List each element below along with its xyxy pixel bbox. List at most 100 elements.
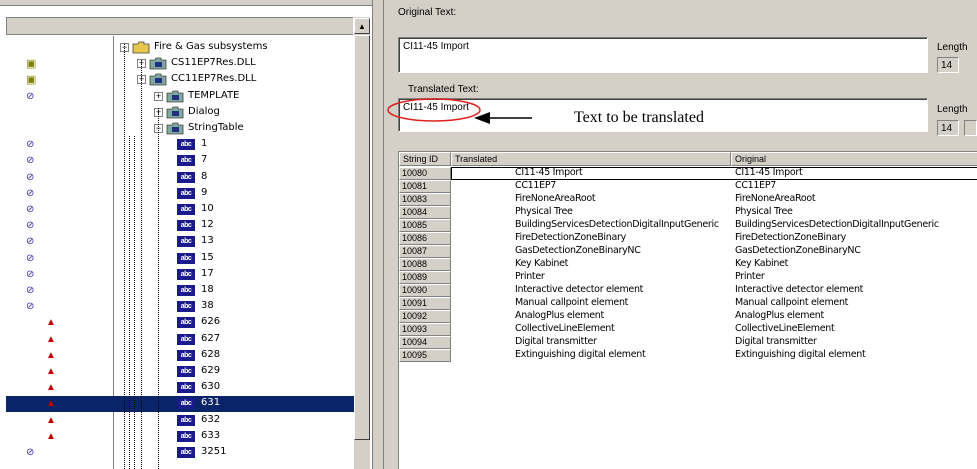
translated-status-icon: ⊘ xyxy=(26,91,35,102)
row-string-id[interactable]: 10089 xyxy=(399,271,451,284)
row-translated-cell[interactable]: CollectiveLineElement xyxy=(515,323,615,336)
translated-status-icon: ⊘ xyxy=(26,253,35,264)
tree-row[interactable]: + Dialog xyxy=(6,105,354,121)
tree-row[interactable]: ▲ abc 633 xyxy=(6,429,354,445)
row-string-id[interactable]: 10094 xyxy=(399,336,451,349)
tree-row[interactable]: ▣ + CS11EP7Res.DLL xyxy=(6,56,354,72)
tree-row[interactable]: ▲ abc 629 xyxy=(6,364,354,380)
string-resource-icon: abc xyxy=(177,204,195,215)
column-header-string-id[interactable]: String ID xyxy=(399,152,451,166)
row-original-cell: AnalogPlus element xyxy=(735,310,824,321)
tree-row[interactable]: ▲ abc 630 xyxy=(6,380,354,396)
string-resource-icon: abc xyxy=(177,398,195,409)
row-original-cell: CollectiveLineElement xyxy=(735,323,835,334)
tree-row[interactable]: ⊘ abc 18 xyxy=(6,283,354,299)
tree-row[interactable]: ⊘ + TEMPLATE xyxy=(6,89,354,105)
tree-row[interactable]: ⊘ abc 13 xyxy=(6,234,354,250)
top-border xyxy=(0,0,372,6)
row-original-cell: Extinguishing digital element xyxy=(735,349,866,360)
row-string-id[interactable]: 10092 xyxy=(399,310,451,323)
row-translated-cell[interactable]: Printer xyxy=(515,271,545,284)
tree-row[interactable]: ⊘ abc 38 xyxy=(6,299,354,315)
string-resource-icon: abc xyxy=(177,334,195,345)
pane-splitter[interactable] xyxy=(372,0,384,469)
string-resource-icon: abc xyxy=(177,382,195,393)
tree-row[interactable]: − StringTable xyxy=(6,121,354,137)
string-table-grid[interactable]: String ID Translated Original 10080 CI11-… xyxy=(398,151,977,469)
row-string-id[interactable]: 10095 xyxy=(399,349,451,362)
tree-node-label: CS11EP7Res.DLL xyxy=(171,57,256,68)
row-translated-cell[interactable]: AnalogPlus element xyxy=(515,310,604,323)
string-editor-pane: Original Text: CI11-45 Import Length 14 … xyxy=(384,0,977,469)
tree-row[interactable]: ⊘ abc 3251 xyxy=(6,445,354,461)
annotation-text: Text to be translated xyxy=(574,109,704,126)
row-translated-cell[interactable]: Digital transmitter xyxy=(515,336,597,349)
tree-node-label: 9 xyxy=(201,187,208,198)
row-translated-cell[interactable]: FireDetectionZoneBinary xyxy=(515,232,626,245)
row-string-id[interactable]: 10088 xyxy=(399,258,451,271)
tree-connector-line xyxy=(134,136,135,469)
row-translated-cell[interactable]: CC11EP7 xyxy=(515,180,556,193)
tree-row[interactable]: ⊘ abc 17 xyxy=(6,267,354,283)
tree-node-label: Dialog xyxy=(188,106,220,117)
tree-row[interactable]: ⊘ abc 10 xyxy=(6,202,354,218)
tree-row[interactable]: ▲ abc 631 xyxy=(6,396,354,412)
tree-node-label: 632 xyxy=(201,414,221,425)
tree-row[interactable]: ▲ abc 626 xyxy=(6,315,354,331)
selected-row-outline xyxy=(451,167,977,180)
tree-row[interactable]: ⊘ abc 12 xyxy=(6,218,354,234)
row-string-id[interactable]: 10081 xyxy=(399,180,451,193)
resource-folder-icon xyxy=(166,106,184,119)
translated-status-icon: ⊘ xyxy=(26,139,35,150)
tree-row[interactable]: ⊘ abc 1 xyxy=(6,137,354,153)
tree-node-label: 627 xyxy=(201,333,221,344)
tree-row[interactable]: − Fire & Gas subsystems xyxy=(6,40,354,56)
string-resource-icon: abc xyxy=(177,350,195,361)
scrollbar-thumb[interactable] xyxy=(354,35,370,440)
resource-folder-icon xyxy=(166,90,184,103)
tree-row[interactable]: ▣ + CC11EP7Res.DLL xyxy=(6,72,354,88)
row-string-id[interactable]: 10093 xyxy=(399,323,451,336)
row-translated-cell[interactable]: FireNoneAreaRoot xyxy=(515,193,596,206)
tree-row[interactable]: ⊘ abc 7 xyxy=(6,153,354,169)
row-string-id[interactable]: 10080 xyxy=(399,167,451,180)
row-translated-cell[interactable]: Key Kabinet xyxy=(515,258,568,271)
row-original-cell: FireDetectionZoneBinary xyxy=(735,232,846,243)
tree-row[interactable]: ▲ abc 628 xyxy=(6,348,354,364)
scroll-up-button[interactable]: ▲ xyxy=(354,18,370,34)
resource-tree[interactable]: − Fire & Gas subsystems ▣ + CS11EP7Res.DLL ▣ +… xyxy=(6,36,354,469)
row-original-cell: Key Kabinet xyxy=(735,258,789,269)
tree-node-label: 626 xyxy=(201,316,221,327)
expand-toggle-icon[interactable]: + xyxy=(154,92,163,101)
row-string-id[interactable]: 10091 xyxy=(399,297,451,310)
tree-node-label: 13 xyxy=(201,235,214,246)
row-string-id[interactable]: 10085 xyxy=(399,219,451,232)
tree-row[interactable]: ⊘ abc 8 xyxy=(6,170,354,186)
tree-connector-line xyxy=(124,44,125,469)
row-string-id[interactable]: 10083 xyxy=(399,193,451,206)
tree-row[interactable]: ▲ abc 632 xyxy=(6,413,354,429)
row-translated-cell[interactable]: Extinguishing digital element xyxy=(515,349,646,362)
resource-dll-icon xyxy=(149,73,167,86)
row-string-id[interactable]: 10086 xyxy=(399,232,451,245)
column-header-translated[interactable]: Translated xyxy=(451,152,731,166)
column-header-original[interactable]: Original xyxy=(731,152,977,166)
row-string-id[interactable]: 10087 xyxy=(399,245,451,258)
string-resource-icon: abc xyxy=(177,236,195,247)
tree-node-label: StringTable xyxy=(188,122,244,133)
tree-row[interactable]: ▲ abc 627 xyxy=(6,332,354,348)
string-resource-icon: abc xyxy=(177,139,195,150)
row-original-cell: Interactive detector element xyxy=(735,284,864,295)
row-translated-cell[interactable]: Manual callpoint element xyxy=(515,297,628,310)
tree-row[interactable]: ⊘ abc 9 xyxy=(6,186,354,202)
row-translated-cell[interactable]: GasDetectionZoneBinaryNC xyxy=(515,245,641,258)
row-translated-cell[interactable]: BuildingServicesDetectionDigitalInputGen… xyxy=(515,219,719,232)
translated-status-icon: ⊘ xyxy=(26,285,35,296)
tree-node-label: CC11EP7Res.DLL xyxy=(171,73,257,84)
string-resource-icon: abc xyxy=(177,447,195,458)
row-string-id[interactable]: 10090 xyxy=(399,284,451,297)
row-string-id[interactable]: 10084 xyxy=(399,206,451,219)
row-translated-cell[interactable]: Interactive detector element xyxy=(515,284,643,297)
row-translated-cell[interactable]: Physical Tree xyxy=(515,206,573,219)
tree-row[interactable]: ⊘ abc 15 xyxy=(6,251,354,267)
